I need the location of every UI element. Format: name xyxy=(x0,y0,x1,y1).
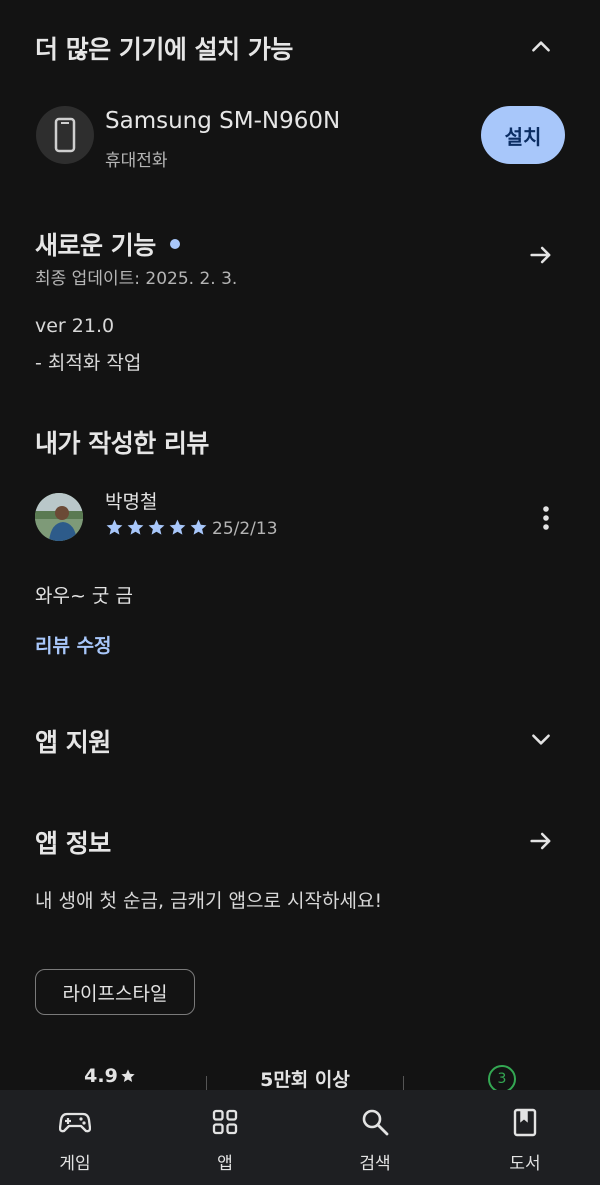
book-icon xyxy=(513,1108,537,1137)
nav-label-search: 검색 xyxy=(359,1154,391,1174)
whats-new-title: 새로운 기능 xyxy=(35,231,156,260)
new-indicator-dot xyxy=(169,239,180,249)
device-type: 휴대전화 xyxy=(105,151,168,171)
age-rating-badge: 3 xyxy=(488,1065,516,1093)
arrow-right-icon[interactable] xyxy=(527,241,555,269)
arrow-right-icon[interactable] xyxy=(527,827,555,855)
avatar xyxy=(35,493,83,541)
star-icon xyxy=(190,519,207,535)
nav-item-books[interactable]: 도서 xyxy=(450,1090,600,1185)
app-support-title[interactable]: 앱 지원 xyxy=(35,723,111,759)
other-devices-title: 더 많은 기기에 설치 가능 xyxy=(35,35,293,64)
review-author: 박명철 xyxy=(105,491,158,513)
nav-label-books: 도서 xyxy=(509,1154,541,1174)
app-description: 내 생애 첫 순금, 금캐기 앱으로 시작하세요! xyxy=(35,890,383,912)
star-icon xyxy=(106,519,123,535)
downloads-stat: 5만회 이상 xyxy=(260,1069,350,1091)
more-options-icon[interactable] xyxy=(534,503,558,533)
star-icon xyxy=(148,519,165,535)
phone-icon xyxy=(36,106,94,164)
release-note-line-2: - 최적화 작업 xyxy=(35,352,142,374)
category-chip[interactable]: 라이프스타일 xyxy=(35,969,195,1015)
nav-label-apps: 앱 xyxy=(217,1154,233,1174)
install-button[interactable]: 설치 xyxy=(481,106,565,164)
apps-grid-icon xyxy=(212,1109,238,1135)
nav-item-search[interactable]: 검색 xyxy=(300,1090,450,1185)
my-review-title: 내가 작성한 리뷰 xyxy=(35,429,209,458)
expand-chevron-icon[interactable] xyxy=(528,726,554,752)
nav-item-games[interactable]: 게임 xyxy=(0,1090,150,1185)
star-icon xyxy=(169,519,186,535)
rating-value: 4.9 xyxy=(84,1065,118,1087)
app-info-title[interactable]: 앱 정보 xyxy=(35,824,111,860)
star-icon xyxy=(127,519,144,535)
collapse-chevron-icon[interactable] xyxy=(528,34,554,60)
star-icon xyxy=(121,1069,135,1082)
whats-new-header[interactable]: 새로운 기능 xyxy=(35,226,180,262)
rating-stat: 4.9 xyxy=(60,1065,160,1087)
search-icon xyxy=(362,1109,389,1136)
review-date: 25/2/13 xyxy=(212,519,278,539)
gamepad-icon xyxy=(59,1112,91,1133)
release-note-line-1: ver 21.0 xyxy=(35,315,115,337)
device-name: Samsung SM-N960N xyxy=(105,108,341,134)
star-rating xyxy=(105,518,208,537)
nav-item-apps[interactable]: 앱 xyxy=(150,1090,300,1185)
edit-review-link[interactable]: 리뷰 수정 xyxy=(35,631,112,658)
bottom-navigation: 게임 앱 검색 도서 xyxy=(0,1090,600,1185)
nav-label-games: 게임 xyxy=(59,1154,91,1174)
review-text: 와우~ 굿 금 xyxy=(35,585,133,607)
last-updated: 최종 업데이트: 2025. 2. 3. xyxy=(35,269,238,289)
